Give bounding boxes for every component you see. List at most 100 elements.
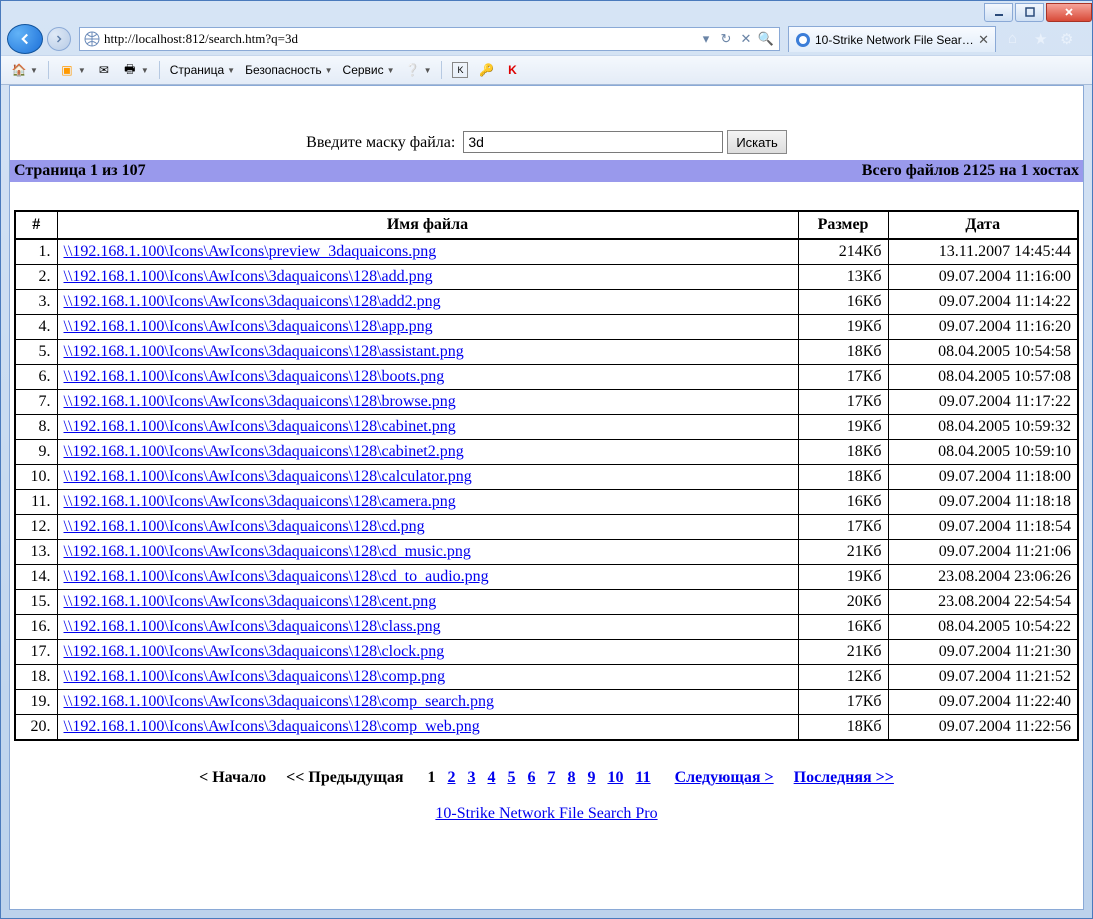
pager-page[interactable]: 7 xyxy=(547,769,555,786)
back-button[interactable] xyxy=(7,24,43,54)
table-row: 2.\\192.168.1.100\Icons\AwIcons\3daquaic… xyxy=(15,265,1078,290)
pager-page[interactable]: 4 xyxy=(487,769,495,786)
kaspersky-button[interactable]: K xyxy=(502,60,522,80)
row-num: 16. xyxy=(15,615,57,640)
print-menu[interactable]: 🖶▼ xyxy=(120,60,151,80)
row-name: \\192.168.1.100\Icons\AwIcons\3daquaicon… xyxy=(57,415,798,440)
table-row: 4. \\192.168.1.100\Icons\AwIcons\3daquaic… xyxy=(15,315,1078,340)
row-date: 09.07.2004 11:16:20 xyxy=(888,315,1078,340)
table-row: 20.\\192.168.1.100\Icons\AwIcons\3daquai… xyxy=(15,715,1078,741)
file-link[interactable]: \\192.168.1.100\Icons\AwIcons\3daquaicon… xyxy=(64,418,456,435)
product-link[interactable]: 10-Strike Network File Search Pro xyxy=(435,805,657,822)
mail-button[interactable]: ✉ xyxy=(94,60,114,80)
pager-page[interactable]: 2 xyxy=(447,769,455,786)
file-link[interactable]: \\192.168.1.100\Icons\AwIcons\3daquaicon… xyxy=(64,318,433,335)
file-link[interactable]: \\192.168.1.100\Icons\AwIcons\3daquaicon… xyxy=(64,293,441,310)
table-row: 18.\\192.168.1.100\Icons\AwIcons\3daquai… xyxy=(15,665,1078,690)
row-date: 09.07.2004 11:21:30 xyxy=(888,640,1078,665)
search-icon[interactable]: 🔍 xyxy=(757,30,775,48)
row-name: \\192.168.1.100\Icons\AwIcons\3daquaicon… xyxy=(57,715,798,741)
row-size: 20Кб xyxy=(798,590,888,615)
feeds-menu[interactable]: ▣▼ xyxy=(57,60,88,80)
pager-page[interactable]: 11 xyxy=(635,769,650,786)
content-area: Введите маску файла: Искать Страница 1 и… xyxy=(9,85,1084,910)
favorites-icon[interactable]: ★ xyxy=(1034,30,1052,48)
pager-next[interactable]: Следующая > xyxy=(675,769,774,786)
home-menu[interactable]: 🏠▼ xyxy=(9,60,40,80)
footer: 10-Strike Network File Search Pro xyxy=(10,795,1083,823)
row-date: 09.07.2004 11:21:06 xyxy=(888,540,1078,565)
row-date: 08.04.2005 10:54:22 xyxy=(888,615,1078,640)
file-link[interactable]: \\192.168.1.100\Icons\AwIcons\3daquaicon… xyxy=(64,268,433,285)
pager-page[interactable]: 6 xyxy=(527,769,535,786)
results-table: # Имя файла Размер Дата 1.\\192.168.1.10… xyxy=(14,210,1079,741)
settings-icon[interactable]: ⚙ xyxy=(1060,30,1078,48)
file-link[interactable]: \\192.168.1.100\Icons\AwIcons\preview_3d… xyxy=(64,243,437,260)
row-date: 09.07.2004 11:16:00 xyxy=(888,265,1078,290)
file-link[interactable]: \\192.168.1.100\Icons\AwIcons\3daquaicon… xyxy=(64,493,456,510)
url-input[interactable] xyxy=(104,31,697,47)
forward-button[interactable] xyxy=(47,27,71,51)
row-date: 09.07.2004 11:14:22 xyxy=(888,290,1078,315)
file-link[interactable]: \\192.168.1.100\Icons\AwIcons\3daquaicon… xyxy=(64,568,489,585)
pager-last[interactable]: Последняя >> xyxy=(794,769,894,786)
address-bar[interactable]: ▾ ↻ ✕ 🔍 xyxy=(79,27,780,51)
tab-close-icon[interactable]: ✕ xyxy=(978,32,989,48)
file-link[interactable]: \\192.168.1.100\Icons\AwIcons\3daquaicon… xyxy=(64,543,471,560)
row-name: \\192.168.1.100\Icons\AwIcons\3daquaicon… xyxy=(57,265,798,290)
pager-page[interactable]: 8 xyxy=(567,769,575,786)
file-link[interactable]: \\192.168.1.100\Icons\AwIcons\3daquaicon… xyxy=(64,468,472,485)
search-input[interactable] xyxy=(463,131,723,153)
file-link[interactable]: \\192.168.1.100\Icons\AwIcons\3daquaicon… xyxy=(64,718,480,735)
col-name: Имя файла xyxy=(57,211,798,239)
browser-tab[interactable]: 10-Strike Network File Searc... ✕ xyxy=(788,26,996,52)
table-row: 1. \\192.168.1.100\Icons\AwIcons\preview_… xyxy=(15,239,1078,265)
service-menu[interactable]: Сервис▼ xyxy=(341,61,397,79)
file-link[interactable]: \\192.168.1.100\Icons\AwIcons\3daquaicon… xyxy=(64,518,425,535)
home-icon[interactable]: ⌂ xyxy=(1008,30,1026,48)
minimize-button[interactable] xyxy=(984,3,1013,22)
file-link[interactable]: \\192.168.1.100\Icons\AwIcons\3daquaicon… xyxy=(64,618,441,635)
row-num: 1. xyxy=(15,239,57,265)
file-link[interactable]: \\192.168.1.100\Icons\AwIcons\3daquaicon… xyxy=(64,693,494,710)
file-link[interactable]: \\192.168.1.100\Icons\AwIcons\3daquaicon… xyxy=(64,393,456,410)
row-name: \\192.168.1.100\Icons\AwIcons\3daquaicon… xyxy=(57,465,798,490)
help-menu[interactable]: ❔▼ xyxy=(403,60,434,80)
pager: < Начало << Предыдущая 1234567891011 Сле… xyxy=(10,741,1083,795)
row-size: 18Кб xyxy=(798,440,888,465)
maximize-button[interactable] xyxy=(1015,3,1044,22)
k-button[interactable]: K xyxy=(450,60,470,80)
row-size: 19Кб xyxy=(798,415,888,440)
row-num: 8. xyxy=(15,415,57,440)
file-link[interactable]: \\192.168.1.100\Icons\AwIcons\3daquaicon… xyxy=(64,368,445,385)
close-button[interactable] xyxy=(1046,3,1092,22)
row-num: 7. xyxy=(15,390,57,415)
status-bar: Страница 1 из 107 Всего файлов 2125 на 1… xyxy=(10,160,1083,182)
mail-icon: ✉ xyxy=(96,62,112,78)
refresh-icon[interactable]: ↻ xyxy=(717,30,735,48)
search-button[interactable]: Искать xyxy=(727,130,787,154)
page-menu[interactable]: Страница▼ xyxy=(168,61,237,79)
file-link[interactable]: \\192.168.1.100\Icons\AwIcons\3daquaicon… xyxy=(64,343,464,360)
file-link[interactable]: \\192.168.1.100\Icons\AwIcons\3daquaicon… xyxy=(64,643,445,660)
pager-page[interactable]: 5 xyxy=(507,769,515,786)
row-size: 16Кб xyxy=(798,490,888,515)
stop-icon[interactable]: ✕ xyxy=(737,30,755,48)
arrow-right-icon xyxy=(53,33,65,45)
table-row: 9.\\192.168.1.100\Icons\AwIcons\3daquaic… xyxy=(15,440,1078,465)
file-link[interactable]: \\192.168.1.100\Icons\AwIcons\3daquaicon… xyxy=(64,593,437,610)
pager-page[interactable]: 10 xyxy=(607,769,623,786)
row-num: 14. xyxy=(15,565,57,590)
key-button[interactable]: 🔑 xyxy=(476,60,496,80)
file-link[interactable]: \\192.168.1.100\Icons\AwIcons\3daquaicon… xyxy=(64,443,464,460)
file-link[interactable]: \\192.168.1.100\Icons\AwIcons\3daquaicon… xyxy=(64,668,446,685)
row-date: 09.07.2004 11:18:00 xyxy=(888,465,1078,490)
row-num: 4. xyxy=(15,315,57,340)
security-menu[interactable]: Безопасность▼ xyxy=(243,61,334,79)
pager-page[interactable]: 9 xyxy=(587,769,595,786)
row-size: 17Кб xyxy=(798,515,888,540)
col-date: Дата xyxy=(888,211,1078,239)
dropdown-icon[interactable]: ▾ xyxy=(697,30,715,48)
pager-page[interactable]: 3 xyxy=(467,769,475,786)
row-name: \\192.168.1.100\Icons\AwIcons\3daquaicon… xyxy=(57,315,798,340)
